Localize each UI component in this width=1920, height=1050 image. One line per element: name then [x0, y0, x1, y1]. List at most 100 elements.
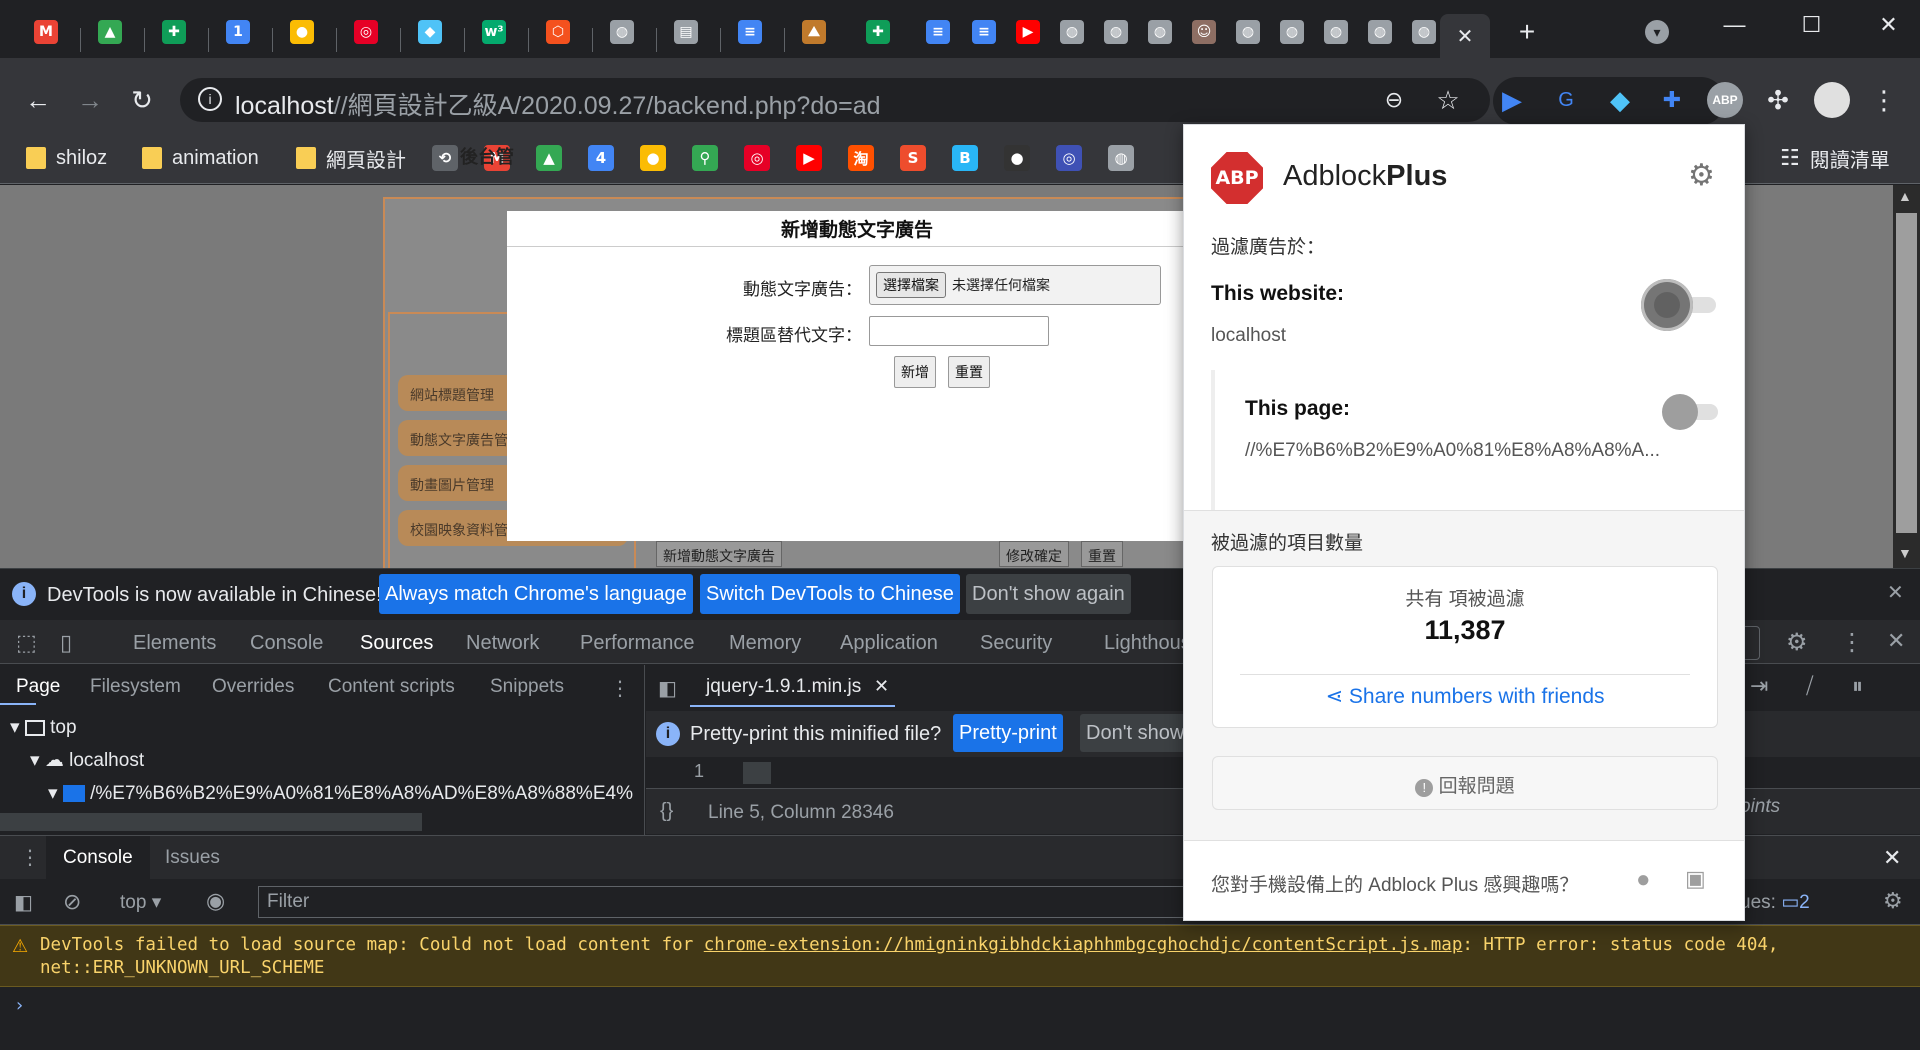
chrome-menu-icon[interactable]: ⋮: [1864, 80, 1904, 120]
devtools-tab-console[interactable]: Console: [250, 632, 323, 655]
pause-exceptions-icon[interactable]: ⏸: [1852, 673, 1863, 699]
browser-tab[interactable]: ▶: [1006, 14, 1050, 50]
abp-settings-icon[interactable]: ⚙: [1688, 158, 1715, 193]
browser-tab[interactable]: ≡: [728, 14, 772, 50]
browser-tab[interactable]: ▤: [664, 14, 708, 50]
active-tab[interactable]: ✕: [1440, 14, 1490, 58]
browser-tab[interactable]: ⬡: [536, 14, 580, 50]
alt-text-input[interactable]: [869, 316, 1049, 346]
clear-console-icon[interactable]: ⊘: [63, 889, 81, 915]
tree-top[interactable]: ▾ top: [10, 716, 77, 739]
devtools-settings-icon[interactable]: ⚙: [1786, 628, 1808, 657]
devtools-tab-lighthous[interactable]: Lighthous: [1104, 632, 1191, 655]
zoom-out-icon[interactable]: ⊖: [1374, 80, 1414, 120]
scroll-down-icon[interactable]: ▼: [1898, 545, 1912, 561]
devtools-tab-sources[interactable]: Sources: [360, 632, 433, 655]
bookmark-shortcut[interactable]: ◍: [1108, 140, 1134, 176]
sources-subtab-page[interactable]: Page: [16, 676, 60, 698]
back-icon[interactable]: ←: [18, 80, 58, 120]
issues-counter[interactable]: ues: ▭2: [1740, 891, 1810, 914]
drawer-menu-icon[interactable]: ⋮: [20, 845, 40, 870]
diamond-extension-icon[interactable]: ◆: [1600, 80, 1640, 120]
browser-tab[interactable]: ◍: [600, 14, 644, 50]
dont-show-again-button[interactable]: Don't show again: [966, 574, 1131, 614]
new-tab-icon[interactable]: +: [1505, 14, 1549, 50]
page-reset-button[interactable]: 重置: [1081, 541, 1123, 567]
tree-localhost[interactable]: ▾ ☁ localhost: [30, 749, 144, 772]
google-translate-icon[interactable]: G: [1546, 80, 1586, 120]
match-language-button[interactable]: Always match Chrome's language: [379, 574, 693, 614]
pretty-braces-icon[interactable]: {}: [660, 800, 673, 823]
pretty-print-button[interactable]: Pretty-print: [953, 714, 1063, 752]
extensions-puzzle-icon[interactable]: ✣: [1758, 80, 1798, 120]
sources-subtab-filesystem[interactable]: Filesystem: [90, 676, 181, 698]
browser-tab[interactable]: w³: [472, 14, 516, 50]
browser-tab[interactable]: ☺: [1182, 14, 1226, 50]
warning-link[interactable]: chrome-extension://hmigninkgibhdckiaphhm…: [704, 935, 1463, 955]
add-text-ad-button[interactable]: 新增動態文字廣告: [656, 541, 782, 567]
bookmark-folder-shiloz[interactable]: shiloz: [26, 140, 107, 176]
browser-tab[interactable]: ◍: [1138, 14, 1182, 50]
navigator-more-icon[interactable]: ⋮: [610, 676, 630, 701]
browser-tab[interactable]: ✚: [152, 14, 196, 50]
abp-share-link[interactable]: ⋖ Share numbers with friends: [1212, 684, 1718, 709]
tab-close-icon[interactable]: ✕: [1457, 24, 1474, 49]
sources-subtab-content-scripts[interactable]: Content scripts: [328, 676, 455, 698]
infobar-close-icon[interactable]: ✕: [1887, 580, 1904, 605]
bookmark-shortcut[interactable]: 淘: [848, 140, 874, 176]
switch-chinese-button[interactable]: Switch DevTools to Chinese: [700, 574, 960, 614]
browser-tab[interactable]: ●: [280, 14, 324, 50]
reload-icon[interactable]: ↻: [122, 80, 162, 120]
maximize-icon[interactable]: ☐: [1773, 0, 1850, 50]
step-icon[interactable]: ⇥: [1750, 673, 1768, 699]
window-close-icon[interactable]: ✕: [1850, 0, 1920, 50]
android-icon[interactable]: ▣: [1685, 866, 1706, 892]
bookmark-shortcut[interactable]: B: [952, 140, 978, 176]
bookmark-shortcut[interactable]: ⟲: [432, 140, 458, 176]
bookmark-shortcut[interactable]: S: [900, 140, 926, 176]
abp-extension-icon[interactable]: ABP: [1705, 80, 1745, 120]
reset-button[interactable]: 重置: [948, 356, 990, 388]
browser-tab[interactable]: ▲: [88, 14, 132, 50]
browser-tab[interactable]: ◎: [344, 14, 388, 50]
console-settings-icon[interactable]: ⚙: [1883, 888, 1903, 914]
file-input[interactable]: 選擇檔案 未選擇任何檔案: [869, 265, 1161, 305]
deactivate-breakpoints-icon[interactable]: ⧸: [1806, 673, 1813, 699]
bookmark-shortcut[interactable]: ●: [1004, 140, 1030, 176]
apple-icon[interactable]: ●: [1636, 866, 1651, 894]
tab-search-icon[interactable]: ▾: [1635, 14, 1679, 50]
browser-tab[interactable]: ✚: [856, 14, 900, 50]
devtools-tab-security[interactable]: Security: [980, 632, 1052, 655]
profile-avatar-icon[interactable]: [1812, 80, 1852, 120]
bookmark-shortcut[interactable]: ⚲: [692, 140, 718, 176]
devtools-close-icon[interactable]: ✕: [1887, 628, 1905, 654]
reading-list-button[interactable]: ☷ 閱讀清單: [1780, 140, 1890, 176]
tree-folder[interactable]: ▾ /%E7%B6%B2%E9%A0%81%E8%A8%AD%E8%A8%88%…: [48, 782, 638, 805]
bookmark-shortcut[interactable]: 4: [588, 140, 614, 176]
add-button[interactable]: 新增: [894, 356, 936, 388]
drawer-tab-issues[interactable]: Issues: [165, 847, 220, 869]
browser-tab[interactable]: ⛰: [792, 14, 836, 50]
devtools-more-icon[interactable]: ⋮: [1840, 628, 1864, 657]
bookmark-shortcut[interactable]: ◎: [744, 140, 770, 176]
bookmark-folder-animation[interactable]: animation: [142, 140, 259, 176]
devtools-tab-application[interactable]: Application: [840, 632, 938, 655]
sources-subtab-snippets[interactable]: Snippets: [490, 676, 564, 698]
browser-tab[interactable]: ◆: [408, 14, 452, 50]
vpn-extension-icon[interactable]: ✚: [1652, 80, 1692, 120]
inspect-element-icon[interactable]: ⬚: [16, 630, 37, 656]
abp-page-toggle-knob[interactable]: [1662, 394, 1698, 430]
device-toolbar-icon[interactable]: ▯: [60, 630, 72, 656]
browser-tab[interactable]: ≡: [916, 14, 960, 50]
browser-tab[interactable]: ◍: [1094, 14, 1138, 50]
browser-tab[interactable]: ◍: [1314, 14, 1358, 50]
file-tab-close-icon[interactable]: ✕: [874, 676, 889, 697]
browser-tab[interactable]: ◍: [1358, 14, 1402, 50]
choose-file-button[interactable]: 選擇檔案: [876, 272, 946, 298]
live-expression-eye-icon[interactable]: ◉: [206, 888, 225, 914]
devtools-tab-memory[interactable]: Memory: [729, 632, 801, 655]
sources-subtab-overrides[interactable]: Overrides: [212, 676, 294, 698]
toggle-navigator-icon[interactable]: ◧: [658, 676, 677, 701]
console-sidebar-icon[interactable]: ◧: [14, 890, 33, 915]
browser-tab[interactable]: ◍: [1270, 14, 1314, 50]
